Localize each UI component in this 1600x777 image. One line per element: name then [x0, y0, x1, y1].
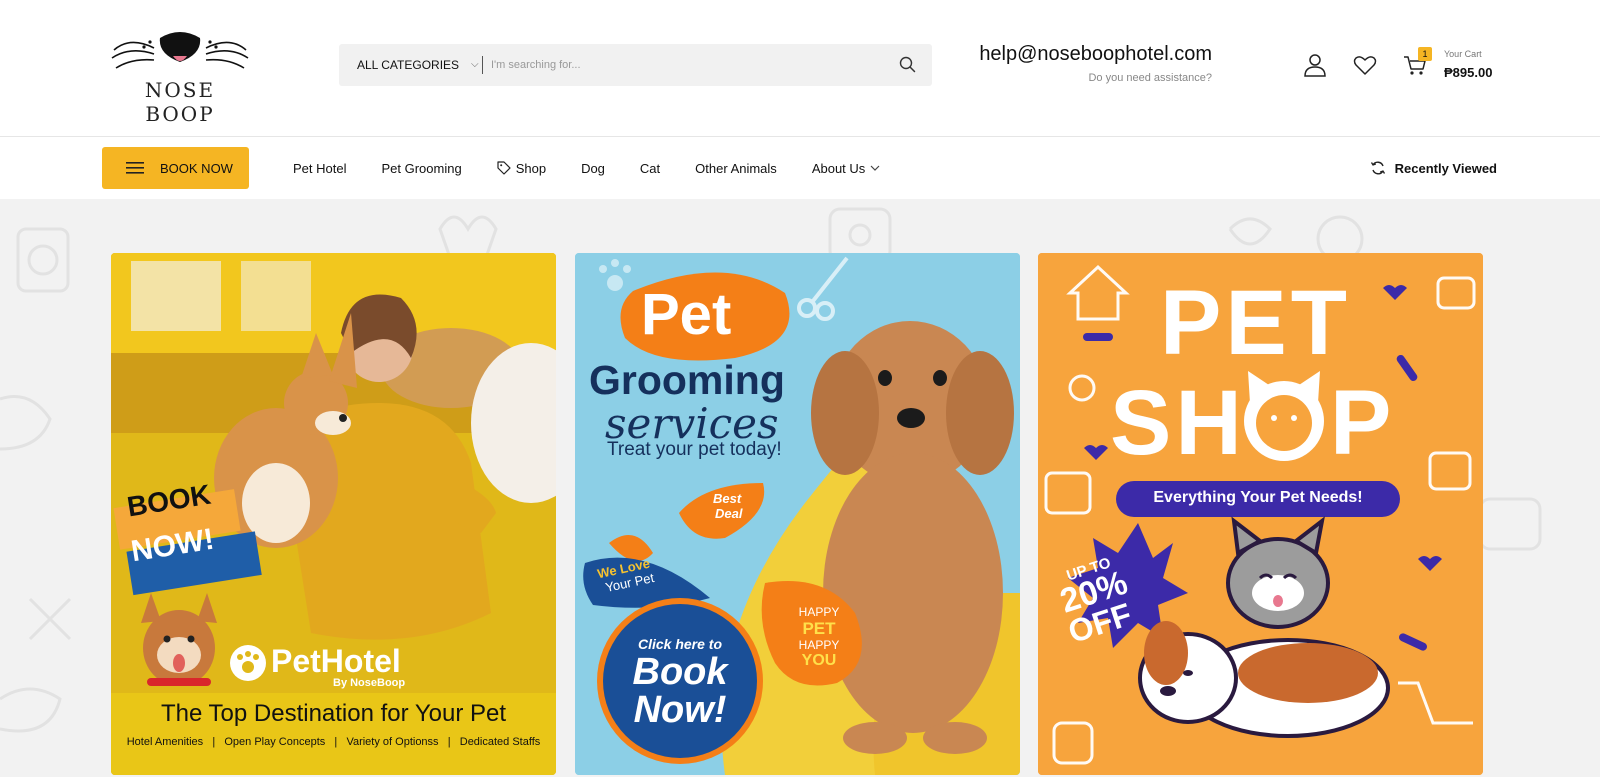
nav-label: Cat	[639, 160, 661, 176]
hero-banners-section: BOOK NOW! PetHotel By NoseBoop The Top D…	[0, 199, 1600, 777]
site-header: NOSE BOOP ALL CATEGORIES ⌵ help@noseboop…	[0, 0, 1600, 137]
main-nav: BOOK NOW Pet Hotel Pet Grooming Shop Dog…	[0, 137, 1600, 199]
nav-label: Dog	[581, 160, 605, 176]
pet-shop-title-p: P	[1330, 372, 1392, 474]
nav-item-about-us[interactable]: About Us	[812, 161, 880, 176]
nav-label: Pet Hotel	[293, 160, 347, 176]
pethotel-brand-sub: By NoseBoop	[333, 677, 406, 689]
grooming-tagline: Treat your pet today!	[607, 439, 782, 460]
nav-item-pet-grooming[interactable]: Pet Grooming	[381, 161, 461, 176]
book-now-label: BOOK NOW	[160, 160, 233, 176]
pet-shop-title-sh: SH	[1110, 372, 1246, 474]
contact-info: help@noseboophotel.com Do you need assis…	[900, 43, 1212, 84]
cart-total[interactable]: ₱895.00	[1444, 65, 1492, 80]
nav-label: About Us	[811, 160, 866, 176]
nav-item-pet-hotel[interactable]: Pet Hotel	[293, 161, 346, 176]
support-email[interactable]: help@noseboophotel.com	[900, 43, 1212, 66]
search-input[interactable]	[491, 50, 871, 80]
chevron-down-icon: ⌵	[471, 59, 479, 70]
pet-hotel-banner[interactable]: BOOK NOW! PetHotel By NoseBoop The Top D…	[111, 253, 556, 775]
nav-item-dog[interactable]: Dog	[581, 161, 605, 176]
refresh-icon	[1370, 161, 1385, 175]
category-select[interactable]: ALL CATEGORIES ⌵	[357, 44, 479, 86]
dog-nose-logo-icon	[111, 32, 249, 69]
nav-item-other-animals[interactable]: Other Animals	[695, 161, 777, 176]
wishlist-heart-icon[interactable]	[1352, 52, 1378, 78]
recently-viewed-label: Recently Viewed	[1394, 160, 1497, 176]
happy-line3: HAPPY	[798, 638, 840, 652]
search-bar: ALL CATEGORIES ⌵	[339, 44, 932, 86]
book-now-button[interactable]: BOOK NOW	[102, 147, 249, 189]
cart-count-badge: 1	[1418, 47, 1432, 61]
best-deal-line2: Deal	[715, 506, 743, 521]
grooming-title-pet: Pet	[641, 282, 732, 347]
hamburger-menu-icon	[126, 162, 144, 174]
chevron-down-icon	[870, 165, 880, 171]
best-deal-line1: Best	[713, 491, 742, 506]
site-logo[interactable]: NOSE BOOP	[110, 28, 250, 126]
happy-line4: YOU	[801, 652, 837, 669]
cta-book: Book	[632, 651, 728, 693]
assistance-text: Do you need assistance?	[1088, 72, 1212, 84]
pet-shop-banner[interactable]: PET SH P Everything Your Pet Needs! UP T…	[1038, 253, 1483, 775]
grooming-title: Grooming	[589, 357, 785, 403]
logo-text: NOSE BOOP	[144, 78, 216, 126]
pethotel-brand: PetHotel	[271, 643, 401, 679]
user-account-icon[interactable]	[1302, 52, 1328, 78]
nav-label: Shop	[515, 160, 547, 176]
cta-small-text: Click here to	[637, 636, 723, 652]
category-label: ALL CATEGORIES	[357, 58, 460, 72]
cta-now: Now!	[633, 689, 727, 731]
pet-grooming-banner[interactable]: Pet Grooming services Treat your pet tod…	[575, 253, 1020, 775]
tag-icon	[497, 161, 511, 175]
pet-shop-title-pet: PET	[1160, 272, 1351, 374]
search-divider	[482, 56, 483, 74]
pet-hotel-headline: The Top Destination for Your Pet	[160, 700, 507, 727]
nav-item-cat[interactable]: Cat	[640, 161, 660, 176]
nav-menu: Pet Hotel Pet Grooming Shop Dog Cat Othe…	[293, 137, 915, 199]
pet-hotel-features: Hotel Amenities | Open Play Concepts | V…	[126, 736, 541, 748]
nav-label: Other Animals	[695, 160, 777, 176]
nav-label: Pet Grooming	[381, 160, 462, 176]
nav-item-shop[interactable]: Shop	[497, 161, 546, 176]
happy-line2: PET	[802, 619, 836, 638]
cart-label: Your Cart	[1444, 49, 1482, 59]
happy-line1: HAPPY	[798, 605, 840, 619]
pet-shop-tagline: Everything Your Pet Needs!	[1153, 489, 1363, 506]
recently-viewed-link[interactable]: Recently Viewed	[1370, 137, 1497, 199]
